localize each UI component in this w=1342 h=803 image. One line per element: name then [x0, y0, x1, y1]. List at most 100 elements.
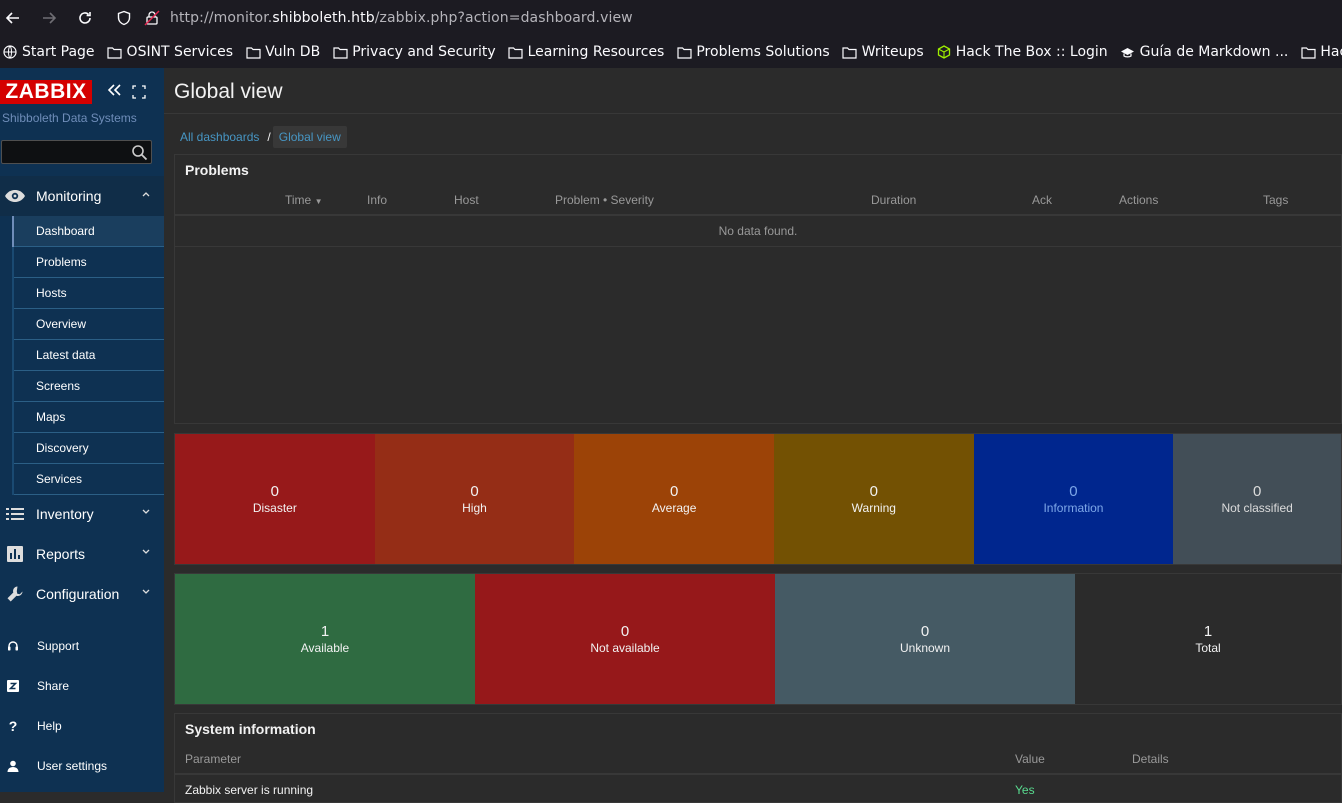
bookmark-label: Vuln DB: [265, 44, 321, 60]
sidebar: ZABBIX Shibboleth Data Systems Monitorin…: [0, 68, 164, 792]
severity-average[interactable]: 0 Average: [574, 434, 774, 564]
breadcrumb-global-view[interactable]: Global view: [272, 125, 347, 148]
severity-high[interactable]: 0 High: [374, 434, 575, 564]
severity-not-classified[interactable]: 0 Not classified: [1173, 434, 1341, 564]
bookmark-hackthebox[interactable]: Hack The Box :: Login: [936, 44, 1108, 60]
kiosk-mode-icon[interactable]: [132, 84, 148, 100]
shield-icon[interactable]: [116, 10, 132, 26]
problems-widget-title: Problems: [175, 155, 1341, 185]
submenu-dashboard[interactable]: Dashboard: [14, 216, 164, 247]
col-time[interactable]: Time ▼: [285, 193, 323, 207]
host-count: 0: [920, 623, 930, 640]
menu-reports-label: Reports: [36, 546, 86, 562]
bookmark-hacking[interactable]: HackingF: [1300, 44, 1342, 60]
search-input[interactable]: [1, 140, 152, 164]
eye-icon: [2, 186, 28, 206]
no-data-message: No data found.: [175, 216, 1341, 247]
col-details: Details: [1132, 752, 1169, 766]
hosts-total[interactable]: 1 Total: [1075, 574, 1341, 704]
menu-share[interactable]: Share: [0, 666, 164, 706]
submenu-services[interactable]: Services: [14, 464, 164, 495]
collapse-sidebar-icon[interactable]: [106, 82, 124, 102]
submenu-problems[interactable]: Problems: [14, 247, 164, 278]
menu-help[interactable]: ? Help: [0, 706, 164, 746]
col-problem-severity[interactable]: Problem • Severity: [555, 193, 654, 207]
bookmark-markdown-guide[interactable]: Guía de Markdown ...: [1120, 44, 1289, 60]
col-value: Value: [1015, 752, 1045, 766]
col-ack: Ack: [1032, 193, 1053, 207]
page-header: Global view: [164, 68, 1342, 114]
host-availability-widget: 1 Available 0 Not available 0 Unknown 1 …: [174, 573, 1342, 705]
menu-support[interactable]: Support: [0, 626, 164, 666]
bookmark-vuln-db[interactable]: Vuln DB: [245, 44, 320, 60]
company-name: Shibboleth Data Systems: [2, 111, 137, 125]
address-bar[interactable]: http://monitor.shibboleth.htb/zabbix.php…: [106, 4, 1342, 32]
menu-user-settings[interactable]: User settings: [0, 746, 164, 786]
hosts-available[interactable]: 1 Available: [175, 574, 475, 704]
menu-configuration[interactable]: Configuration: [0, 574, 164, 614]
reload-button[interactable]: [73, 6, 97, 30]
severity-information[interactable]: 0 Information: [973, 434, 1174, 564]
folder-icon: [508, 45, 524, 59]
submenu-discovery[interactable]: Discovery: [14, 433, 164, 464]
problems-widget: Problems Time ▼ Info Host Problem • Seve…: [174, 154, 1342, 424]
bookmark-label: Guía de Markdown ...: [1139, 44, 1289, 60]
table-row: Zabbix server is running Yes: [175, 775, 1341, 803]
submenu-maps[interactable]: Maps: [14, 402, 164, 433]
submenu-hosts[interactable]: Hosts: [14, 278, 164, 309]
bookmark-start-page[interactable]: Start Page: [2, 44, 95, 60]
severity-count: 0: [470, 483, 479, 500]
problems-by-severity-widget: 0 Disaster 0 High 0 Average 0 Warning 0 …: [174, 433, 1342, 565]
menu-share-label: Share: [37, 679, 70, 693]
menu-user-settings-label: User settings: [37, 759, 108, 773]
severity-label: Average: [651, 501, 697, 515]
browser-toolbar: http://monitor.shibboleth.htb/zabbix.php…: [0, 0, 1342, 36]
severity-label: Not classified: [1221, 501, 1293, 515]
bookmark-label: Problems Solutions: [696, 44, 830, 60]
severity-count: 0: [869, 483, 878, 500]
menu-monitoring[interactable]: Monitoring: [0, 176, 164, 216]
chevron-down-icon: [142, 508, 150, 518]
bookmark-problems-solutions[interactable]: Problems Solutions: [676, 44, 830, 60]
submenu-latest-data[interactable]: Latest data: [14, 340, 164, 371]
hosts-not-available[interactable]: 0 Not available: [475, 574, 775, 704]
submenu-overview[interactable]: Overview: [14, 309, 164, 340]
page-title: Global view: [174, 80, 283, 103]
host-label: Unknown: [899, 641, 951, 655]
severity-count: 0: [669, 483, 679, 500]
search-icon[interactable]: [131, 144, 148, 161]
host-count: 1: [1203, 623, 1213, 640]
severity-label: Information: [1043, 501, 1104, 515]
main-content: Global view All dashboards / Global view…: [164, 68, 1342, 803]
folder-icon: [332, 45, 348, 59]
bookmark-osint-services[interactable]: OSINT Services: [107, 44, 234, 60]
url-text: http://monitor.shibboleth.htb/zabbix.php…: [170, 10, 633, 26]
breadcrumb-all-dashboards[interactable]: All dashboards: [174, 126, 265, 148]
bookmark-label: OSINT Services: [126, 44, 234, 60]
col-host[interactable]: Host: [454, 193, 479, 207]
bookmark-writeups[interactable]: Writeups: [842, 44, 924, 60]
user-icon: [0, 760, 26, 772]
bookmark-label: HackingF: [1320, 44, 1342, 60]
wrench-icon: [2, 584, 28, 604]
forward-button[interactable]: [37, 6, 61, 30]
submenu-screens[interactable]: Screens: [14, 371, 164, 402]
headset-icon: [0, 640, 26, 652]
menu-reports[interactable]: Reports: [0, 534, 164, 574]
back-button[interactable]: [1, 6, 25, 30]
col-info: Info: [367, 193, 388, 207]
menu-inventory[interactable]: Inventory: [0, 494, 164, 534]
bookmark-privacy-security[interactable]: Privacy and Security: [332, 44, 496, 60]
insecure-lock-icon[interactable]: [144, 10, 160, 26]
breadcrumb-separator: /: [267, 129, 271, 144]
hosts-unknown[interactable]: 0 Unknown: [775, 574, 1075, 704]
zabbix-logo[interactable]: ZABBIX: [0, 80, 92, 104]
severity-count: 0: [1069, 483, 1078, 500]
severity-disaster[interactable]: 0 Disaster: [175, 434, 375, 564]
chevron-down-icon: [142, 588, 150, 598]
system-information-widget: System information Parameter Value Detai…: [174, 713, 1342, 803]
cube-icon: [936, 45, 952, 59]
severity-warning[interactable]: 0 Warning: [773, 434, 974, 564]
menu-configuration-label: Configuration: [36, 586, 120, 602]
bookmark-learning-resources[interactable]: Learning Resources: [508, 44, 664, 60]
